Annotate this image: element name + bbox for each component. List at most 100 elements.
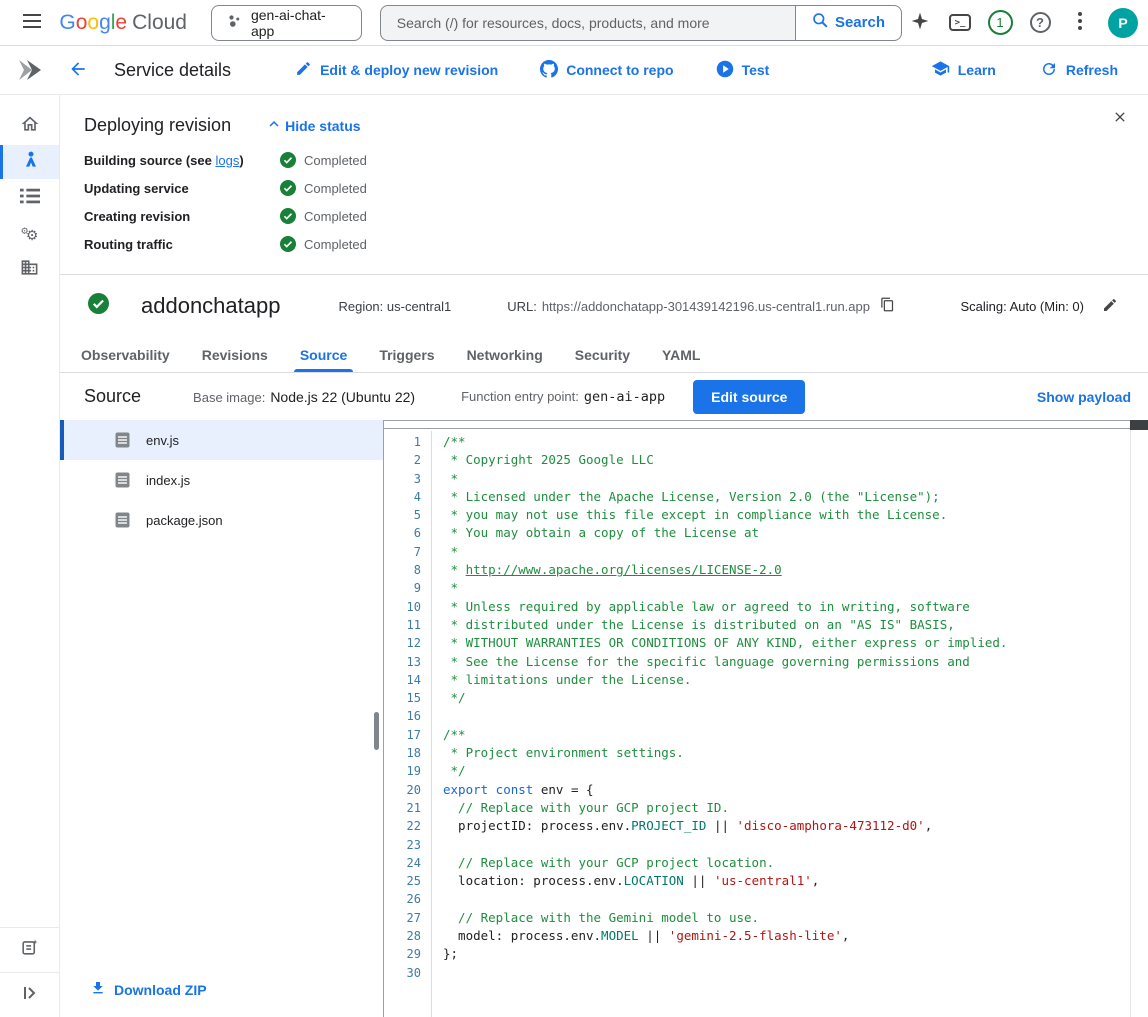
status-row: Building source (see logs)Completed xyxy=(84,152,1124,168)
line-number: 5 xyxy=(384,506,421,524)
refresh-icon xyxy=(1040,60,1058,81)
rail-cloud-run[interactable] xyxy=(0,145,59,179)
tab-source[interactable]: Source xyxy=(284,337,363,372)
hide-status-button[interactable]: Hide status xyxy=(265,115,360,136)
refresh-button[interactable]: Refresh xyxy=(1032,54,1126,87)
test-label: Test xyxy=(742,62,770,78)
active-sessions-button[interactable]: 1 xyxy=(982,5,1018,41)
panel-scrollbar-thumb[interactable] xyxy=(374,712,379,750)
code-lines[interactable]: /** * Copyright 2025 Google LLC * * Lice… xyxy=(432,431,1007,1017)
code-line: * distributed under the License is distr… xyxy=(443,616,1007,634)
line-number: 11 xyxy=(384,616,421,634)
edit-source-button[interactable]: Edit source xyxy=(693,380,805,414)
rail-home[interactable] xyxy=(0,108,59,144)
tab-security[interactable]: Security xyxy=(559,337,646,372)
code-line xyxy=(443,890,1007,908)
check-circle-icon xyxy=(280,236,296,252)
logs-link[interactable]: logs xyxy=(215,153,239,168)
line-number: 20 xyxy=(384,781,421,799)
code-line: * xyxy=(443,579,1007,597)
line-number: 26 xyxy=(384,890,421,908)
search-button-label: Search xyxy=(835,14,885,31)
help-button[interactable]: ? xyxy=(1022,5,1058,41)
file-name: env.js xyxy=(146,433,179,448)
line-number: 9 xyxy=(384,579,421,597)
status-label: Building source (see logs) xyxy=(84,153,280,168)
chevron-up-icon xyxy=(265,115,283,136)
service-name: addonchatapp xyxy=(141,293,280,319)
file-row-package.json[interactable]: package.json xyxy=(60,500,383,540)
session-count-badge: 1 xyxy=(988,10,1013,35)
tab-observability[interactable]: Observability xyxy=(65,337,186,372)
learn-button[interactable]: Learn xyxy=(923,53,1004,87)
line-number: 15 xyxy=(384,689,421,707)
code-line: /** xyxy=(443,433,1007,451)
rail-integrations[interactable]: ⚙⚙ xyxy=(0,216,59,252)
main-menu-button[interactable] xyxy=(14,5,49,41)
copy-url-button[interactable] xyxy=(880,296,895,316)
cloud-run-logo xyxy=(0,46,60,94)
close-status-button[interactable] xyxy=(1112,109,1128,128)
tab-triggers[interactable]: Triggers xyxy=(363,337,450,372)
rail-services-list[interactable] xyxy=(0,180,59,216)
more-options-button[interactable] xyxy=(1062,5,1098,41)
download-zip-label: Download ZIP xyxy=(114,982,207,998)
tab-yaml[interactable]: YAML xyxy=(646,337,716,372)
service-url[interactable]: https://addonchatapp-301439142196.us-cen… xyxy=(542,299,870,314)
file-row-env.js[interactable]: env.js xyxy=(60,420,383,460)
github-icon xyxy=(540,60,558,81)
status-row: Creating revisionCompleted xyxy=(84,208,1124,224)
tab-revisions[interactable]: Revisions xyxy=(186,337,284,372)
cloud-wordmark: Cloud xyxy=(132,11,187,35)
line-number: 18 xyxy=(384,744,421,762)
connect-repo-button[interactable]: Connect to repo xyxy=(532,54,681,87)
file-row-index.js[interactable]: index.js xyxy=(60,460,383,500)
rail-organization[interactable] xyxy=(0,252,59,288)
test-button[interactable]: Test xyxy=(708,54,778,87)
line-number: 23 xyxy=(384,836,421,854)
code-editor[interactable]: 1234567891011121314151617181920212223242… xyxy=(383,420,1148,1017)
project-selector[interactable]: gen-ai-chat-app xyxy=(211,5,362,41)
line-number: 29 xyxy=(384,945,421,963)
code-line: // Replace with your GCP project ID. xyxy=(443,799,1007,817)
edit-scaling-button[interactable] xyxy=(1102,297,1118,316)
google-cloud-logo[interactable]: Google Cloud xyxy=(59,11,187,35)
learn-label: Learn xyxy=(958,62,996,78)
edit-deploy-button[interactable]: Edit & deploy new revision xyxy=(287,54,506,86)
line-number: 7 xyxy=(384,543,421,561)
search-input[interactable] xyxy=(380,5,795,41)
vertical-scrollbar-thumb[interactable] xyxy=(1130,420,1148,430)
edit-deploy-label: Edit & deploy new revision xyxy=(320,62,498,78)
line-number: 6 xyxy=(384,524,421,542)
line-number: 1 xyxy=(384,433,421,451)
download-icon xyxy=(90,980,106,999)
code-line: * Unless required by applicable law or a… xyxy=(443,598,1007,616)
show-payload-link[interactable]: Show payload xyxy=(1037,389,1131,405)
tab-networking[interactable]: Networking xyxy=(451,337,559,372)
rail-release-notes[interactable] xyxy=(0,928,59,972)
home-icon xyxy=(20,114,40,139)
search-button[interactable]: Search xyxy=(795,5,902,41)
horizontal-scrollbar[interactable] xyxy=(384,420,1130,429)
gutter: 1234567891011121314151617181920212223242… xyxy=(384,431,432,1017)
line-number: 8 xyxy=(384,561,421,579)
file-name: package.json xyxy=(146,513,223,528)
status-row: Routing trafficCompleted xyxy=(84,236,1124,252)
rail-expand-panel[interactable] xyxy=(0,973,59,1017)
list-icon xyxy=(20,187,40,210)
user-avatar[interactable]: P xyxy=(1108,8,1138,38)
back-button[interactable] xyxy=(60,52,96,88)
file-panel: env.js index.js package.json Download ZIP xyxy=(60,420,383,1017)
code-line: * you may not use this file except in co… xyxy=(443,506,1007,524)
vertical-scrollbar-track[interactable] xyxy=(1130,430,1148,1017)
graduation-cap-icon xyxy=(931,59,950,81)
organization-icon xyxy=(20,258,39,282)
status-label: Routing traffic xyxy=(84,237,280,252)
code-line: export const env = { xyxy=(443,781,1007,799)
download-zip-button[interactable]: Download ZIP xyxy=(90,980,207,999)
status-label: Updating service xyxy=(84,181,280,196)
line-number: 16 xyxy=(384,707,421,725)
cloud-shell-button[interactable]: >_ xyxy=(942,5,978,41)
gemini-button[interactable] xyxy=(902,5,938,41)
play-circle-icon xyxy=(716,60,734,81)
